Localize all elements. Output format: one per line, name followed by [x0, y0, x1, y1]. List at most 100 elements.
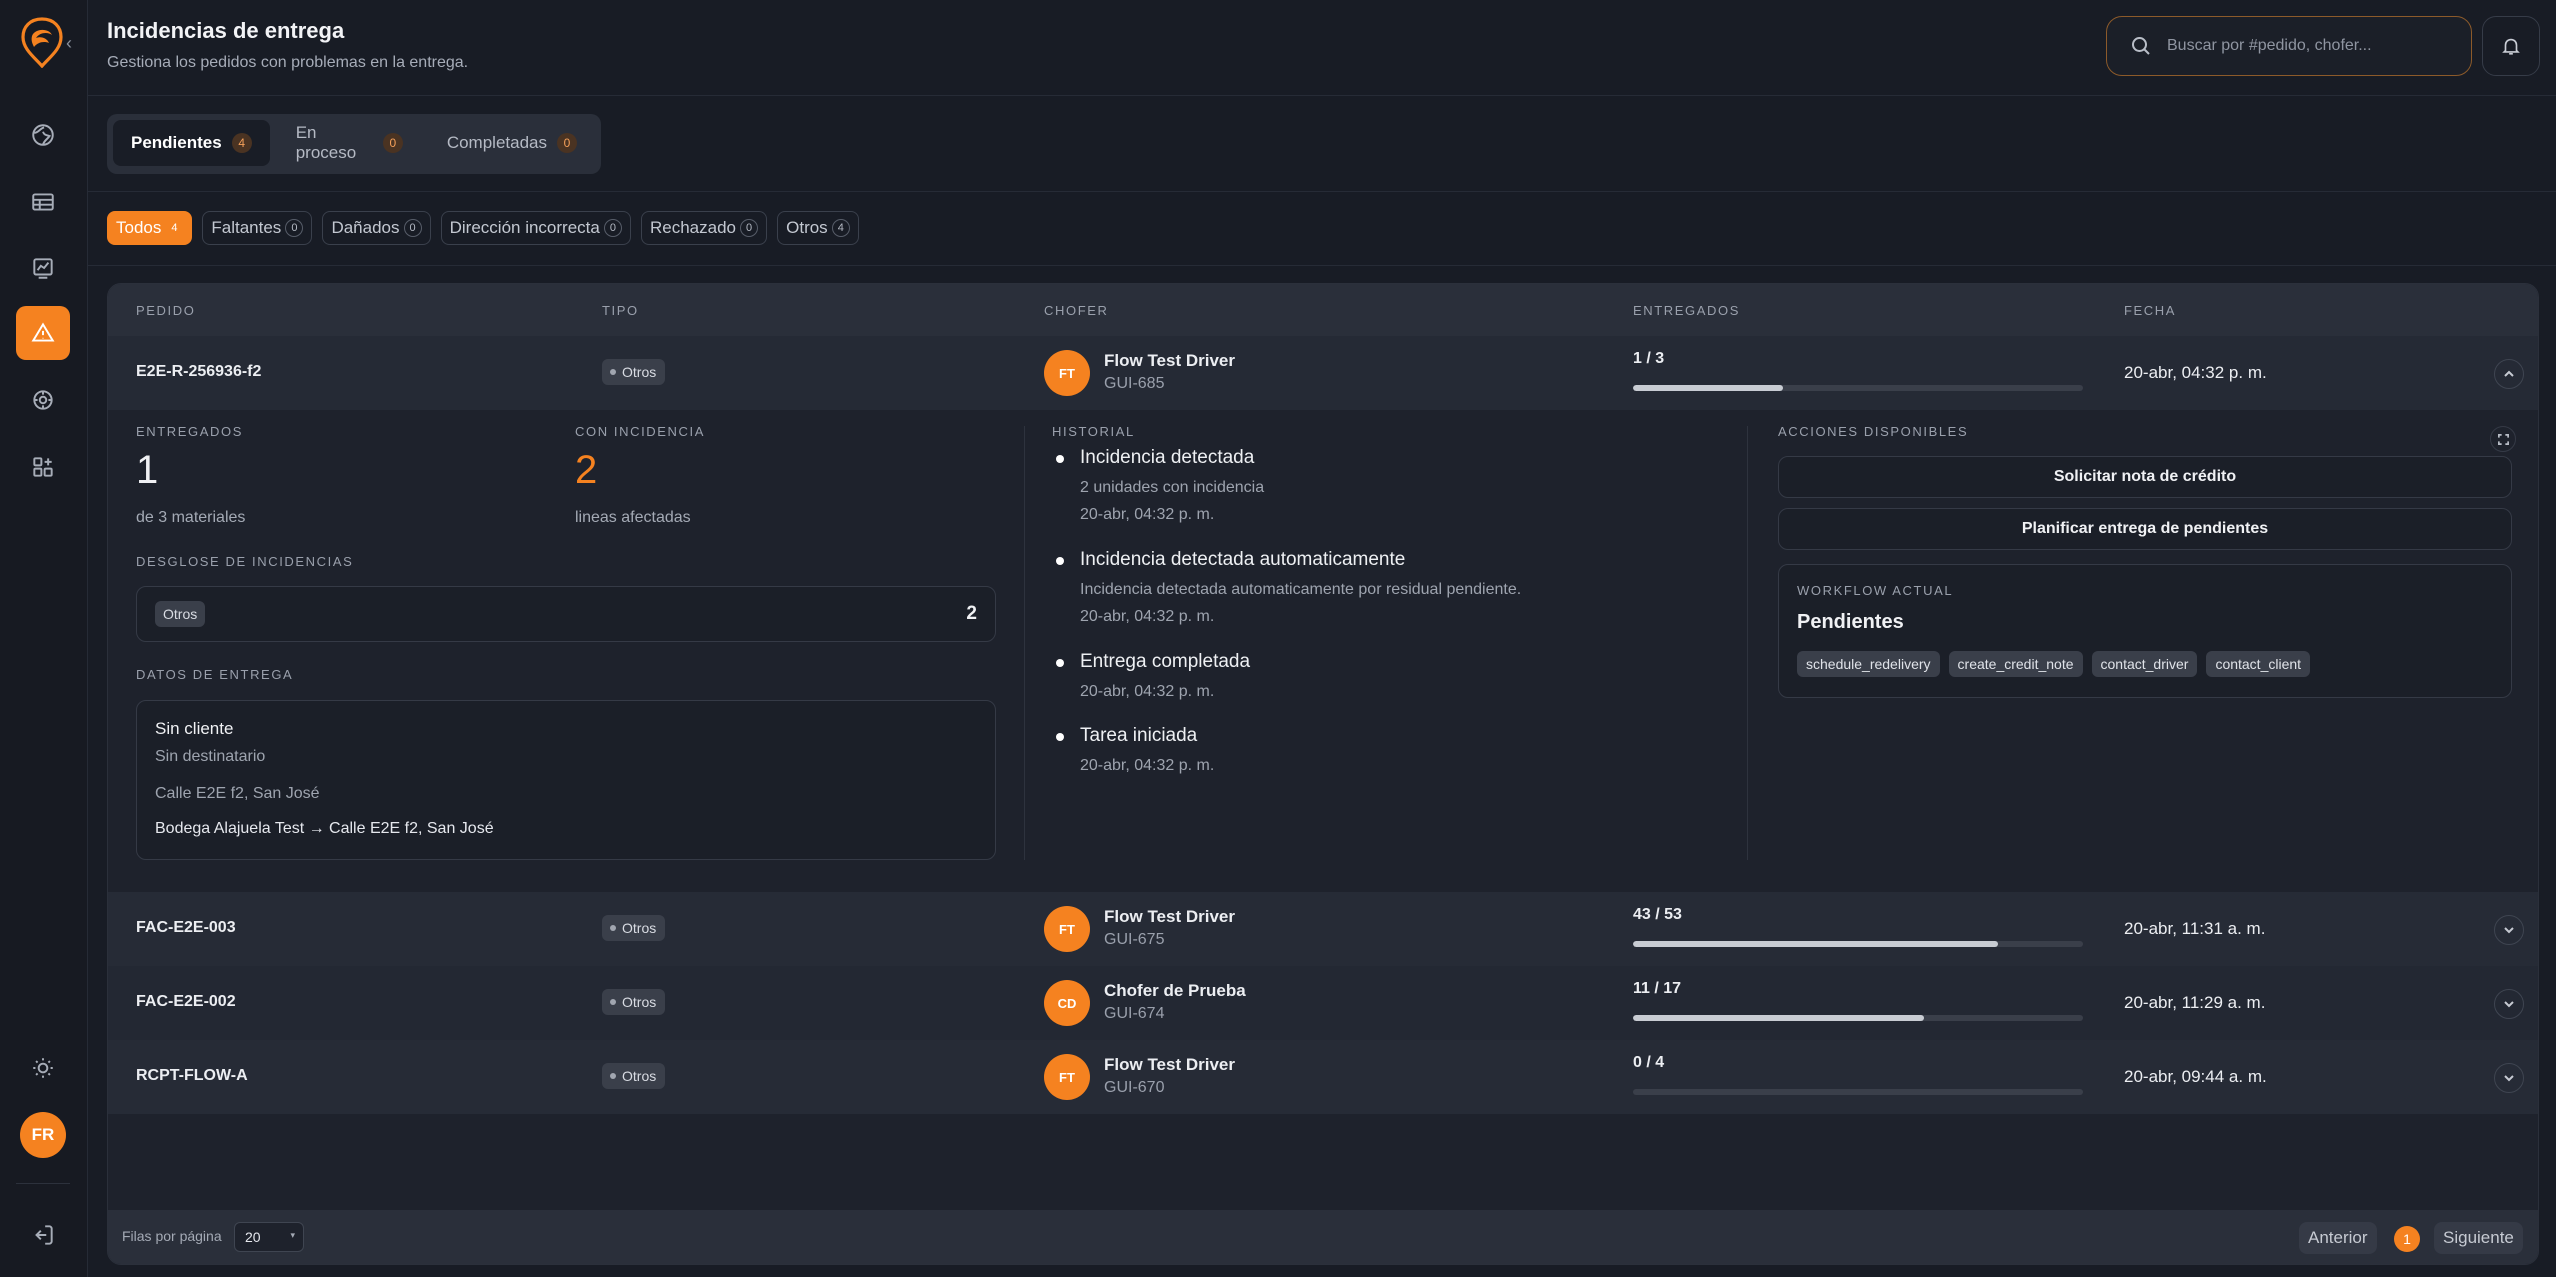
table-row[interactable]: RCPT-FLOW-A Otros FT Flow Test Driver GU… [108, 1040, 2538, 1114]
delivery-route: Bodega Alajuela Test → Calle E2E f2, San… [155, 820, 494, 837]
filter-chip-danados[interactable]: Dañados 0 [322, 211, 431, 245]
delivery-data-box: Sin cliente Sin destinatario Calle E2E f… [136, 700, 996, 860]
collapse-row-button[interactable] [2494, 359, 2524, 389]
workflow-state: Pendientes [1797, 611, 1904, 633]
type-badge: Otros [602, 915, 666, 941]
delivered-count: 11 / 17 [1633, 980, 1682, 997]
history-label: HISTORIAL [1052, 424, 1135, 439]
filter-chips: Todos 4 Faltantes 0 Dañados 0 Dirección … [107, 211, 859, 245]
sidebar-divider [16, 1183, 70, 1184]
tab-pendientes[interactable]: Pendientes 4 [113, 120, 270, 166]
workflow-tag: schedule_redelivery [1797, 651, 1940, 677]
order-id: FAC-E2E-003 [136, 919, 236, 936]
incident-value: 2 [575, 448, 598, 492]
driver-code: GUI-685 [1104, 375, 1165, 392]
chip-count: 0 [403, 219, 422, 237]
recipient-name: Sin destinatario [155, 748, 266, 765]
tab-label: Pendientes [131, 133, 222, 152]
chevron-down-icon [2504, 1001, 2514, 1008]
driver-name: Flow Test Driver [1104, 907, 1235, 926]
expand-row-button[interactable] [2494, 989, 2524, 1019]
search-input[interactable] [2167, 37, 2447, 55]
chip-count: 0 [285, 219, 304, 237]
badge-dot [610, 925, 616, 931]
workflow-box: WORKFLOW ACTUAL Pendientes schedule_rede… [1778, 564, 2512, 698]
badge-dot [610, 369, 616, 375]
history-time: 20-abr, 04:32 p. m. [1080, 608, 1215, 625]
theme-toggle-sun-icon[interactable] [16, 1041, 70, 1095]
history-sub: 2 unidades con incidencia [1080, 479, 1265, 496]
badge-dot [610, 999, 616, 1005]
filter-chip-faltantes[interactable]: Faltantes 0 [202, 211, 313, 245]
table-row[interactable]: FAC-E2E-002 Otros CD Chofer de Prueba GU… [108, 966, 2538, 1040]
expand-row-button[interactable] [2494, 915, 2524, 945]
nav-apps-icon[interactable] [16, 440, 70, 494]
expand-row-button[interactable] [2494, 1063, 2524, 1093]
nav-table-icon[interactable] [16, 175, 70, 229]
driver-avatar: FT [1044, 350, 1090, 396]
column-header-fecha[interactable]: FECHA [2124, 303, 2176, 318]
column-header-pedido[interactable]: PEDIDO [136, 303, 195, 318]
column-header-chofer[interactable]: CHOFER [1044, 303, 1109, 318]
timeline-dot [1056, 659, 1064, 667]
driver-avatar: CD [1044, 980, 1090, 1026]
filter-chip-direccion-incorrecta[interactable]: Dirección incorrecta 0 [440, 211, 631, 245]
workflow-label: WORKFLOW ACTUAL [1797, 583, 1954, 598]
column-divider [1747, 426, 1748, 860]
next-page-button[interactable]: Siguiente [2434, 1222, 2523, 1254]
history-sub: Incidencia detectada automaticamente por… [1080, 581, 1522, 598]
timeline-dot [1056, 733, 1064, 741]
previous-page-button[interactable]: Anterior [2299, 1222, 2377, 1254]
rows-per-page-label: Filas por página [122, 1228, 222, 1244]
order-id: RCPT-FLOW-A [136, 1067, 248, 1084]
bell-icon [2502, 38, 2520, 55]
column-header-entregados[interactable]: ENTREGADOS [1633, 303, 1740, 318]
fullscreen-icon[interactable] [2490, 426, 2516, 452]
delivery-progress-bar [1633, 1015, 2083, 1021]
current-page-indicator[interactable]: 1 [2394, 1226, 2420, 1252]
delivery-data-label: DATOS DE ENTREGA [136, 667, 294, 682]
table-header: PEDIDO TIPO CHOFER ENTREGADOS FECHA [108, 284, 2538, 336]
notifications-button[interactable] [2482, 16, 2540, 76]
history-title: Incidencia detectada automaticamente [1080, 549, 1406, 570]
rows-per-page-select[interactable]: 20 ▾ [234, 1222, 304, 1252]
history-title: Incidencia detectada [1080, 447, 1255, 468]
search-box[interactable] [2106, 16, 2472, 76]
timeline-dot [1056, 455, 1064, 463]
driver-code: GUI-675 [1104, 931, 1165, 948]
nav-incidents-icon[interactable] [16, 306, 70, 360]
incident-sub: lineas afectadas [575, 509, 691, 526]
filter-chip-otros[interactable]: Otros 4 [777, 211, 859, 245]
collapse-sidebar-icon[interactable]: ‹ [60, 32, 78, 54]
user-avatar[interactable]: FR [20, 1112, 66, 1158]
brand-logo-icon[interactable] [18, 16, 66, 68]
tab-count-badge: 0 [382, 133, 403, 153]
type-label: Otros [622, 1068, 657, 1084]
table-row[interactable]: E2E-R-256936-f2 Otros FT Flow Test Drive… [108, 336, 2538, 410]
sidebar: ‹ FR [0, 0, 88, 1277]
table-row[interactable]: FAC-E2E-003 Otros FT Flow Test Driver GU… [108, 892, 2538, 966]
filter-chip-rechazado[interactable]: Rechazado 0 [640, 211, 768, 245]
plan-pending-delivery-button[interactable]: Planificar entrega de pendientes [1778, 508, 2512, 550]
workflow-tag: contact_driver [2091, 651, 2198, 677]
page-header: Incidencias de entrega Gestiona los pedi… [88, 0, 2556, 96]
history-title: Tarea iniciada [1080, 725, 1198, 746]
tab-completadas[interactable]: Completadas 0 [429, 120, 595, 166]
tab-count-badge: 4 [231, 133, 252, 153]
order-date: 20-abr, 04:32 p. m. [2124, 363, 2267, 382]
nav-globe-icon[interactable] [16, 108, 70, 162]
driver-name: Flow Test Driver [1104, 351, 1235, 370]
column-header-tipo[interactable]: TIPO [602, 303, 639, 318]
delivered-count: 43 / 53 [1633, 906, 1682, 923]
chip-label: Todos [116, 218, 162, 237]
nav-chart-icon[interactable] [16, 241, 70, 295]
type-label: Otros [622, 364, 657, 380]
tab-en-proceso[interactable]: En proceso 0 [278, 120, 421, 166]
logout-icon[interactable] [16, 1208, 70, 1262]
nav-settings-icon[interactable] [16, 373, 70, 427]
progress-fill [1633, 941, 1998, 947]
incidents-table: PEDIDO TIPO CHOFER ENTREGADOS FECHA E2E-… [107, 283, 2539, 1265]
request-credit-note-button[interactable]: Solicitar nota de crédito [1778, 456, 2512, 498]
filter-chip-todos[interactable]: Todos 4 [107, 211, 193, 245]
tab-label: En proceso [295, 123, 357, 162]
